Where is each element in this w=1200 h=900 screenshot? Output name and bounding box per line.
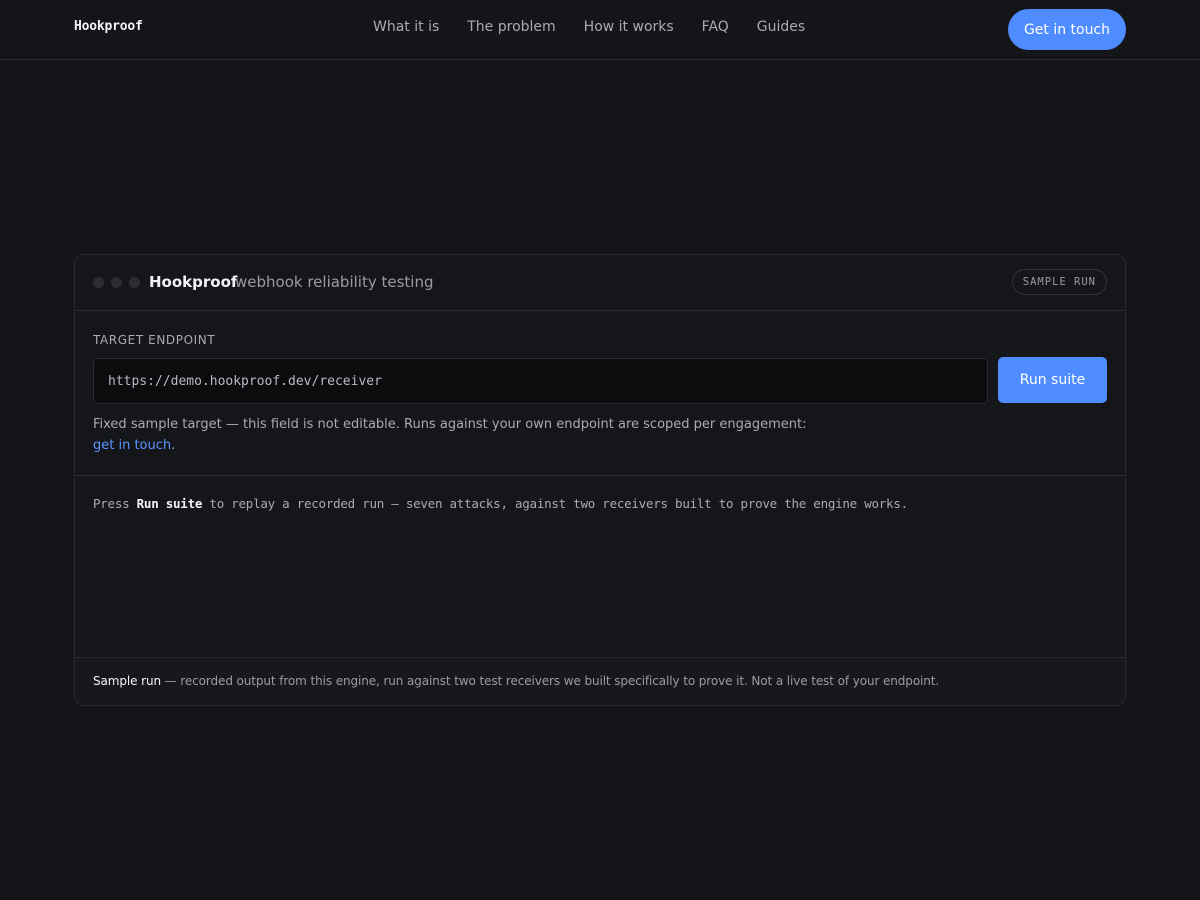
footer-disclaimer: Sample run — recorded output from this e…: [93, 674, 939, 688]
console-output: Press Run suite to replay a recorded run…: [93, 496, 908, 511]
target-endpoint-label: TARGET ENDPOINT: [93, 333, 216, 347]
window-dot-icon: [93, 277, 104, 288]
nav-link-how-it-works[interactable]: How it works: [584, 19, 674, 35]
nav-link-what-it-is[interactable]: What it is: [373, 19, 439, 35]
demo-card: Hookproof webhook reliability testing SA…: [74, 254, 1126, 706]
top-navigation-bar: Hookproof What it is The problem How it …: [0, 0, 1200, 60]
nav-link-faq[interactable]: FAQ: [702, 19, 729, 35]
console-emphasis: Run suite: [136, 496, 203, 511]
window-dot-icon: [111, 277, 122, 288]
target-endpoint-field[interactable]: [93, 358, 988, 404]
target-note: Fixed sample target — this field is not …: [93, 414, 853, 456]
brand-logo[interactable]: Hookproof: [74, 19, 143, 34]
card-title: Hookproof: [149, 273, 238, 291]
run-suite-button[interactable]: Run suite: [998, 357, 1107, 403]
card-subtitle: webhook reliability testing: [235, 273, 434, 291]
target-note-text: Fixed sample target — this field is not …: [93, 417, 807, 432]
sample-run-badge: SAMPLE RUN: [1011, 269, 1107, 295]
card-header: Hookproof webhook reliability testing SA…: [75, 255, 1125, 311]
target-note-end: .: [171, 438, 176, 453]
get-in-touch-link[interactable]: get in touch: [93, 438, 171, 453]
console-prefix: Press: [93, 496, 137, 511]
nav-link-the-problem[interactable]: The problem: [467, 19, 555, 35]
section-divider: [75, 475, 1125, 476]
main-nav: What it is The problem How it works FAQ …: [373, 19, 805, 35]
card-footer: Sample run — recorded output from this e…: [75, 657, 1125, 705]
window-dot-icon: [129, 277, 140, 288]
console-suffix: to replay a recorded run — seven attacks…: [202, 496, 908, 511]
nav-link-guides[interactable]: Guides: [757, 19, 805, 35]
get-in-touch-button[interactable]: Get in touch: [1008, 9, 1126, 50]
footer-emphasis: Sample run: [93, 674, 161, 688]
footer-text: — recorded output from this engine, run …: [160, 674, 940, 688]
